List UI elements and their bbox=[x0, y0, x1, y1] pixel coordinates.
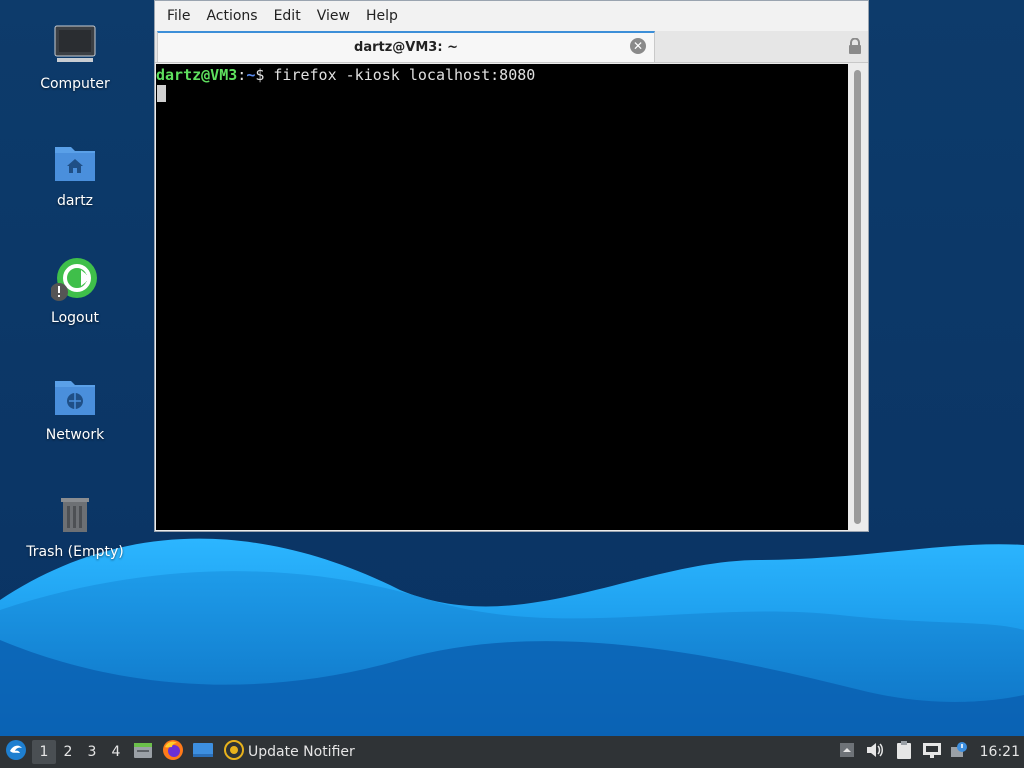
network-wired-icon bbox=[922, 741, 942, 763]
close-icon[interactable]: ✕ bbox=[630, 38, 646, 54]
terminal-window: File Actions Edit View Help dartz@VM3: ~… bbox=[154, 0, 869, 532]
desktop-icon-computer[interactable]: Computer bbox=[5, 22, 145, 92]
menu-view[interactable]: View bbox=[309, 1, 358, 31]
desktop-icon-trash[interactable]: Trash (Empty) bbox=[5, 490, 145, 560]
desktop-icon-home[interactable]: dartz bbox=[5, 139, 145, 209]
tab-title: dartz@VM3: ~ bbox=[354, 40, 458, 55]
file-manager-icon bbox=[133, 741, 153, 763]
workspace-1[interactable]: 1 bbox=[32, 740, 56, 764]
tab-terminal[interactable]: dartz@VM3: ~ ✕ bbox=[157, 31, 655, 62]
clipboard-icon bbox=[896, 740, 912, 764]
tab-bar: dartz@VM3: ~ ✕ bbox=[155, 31, 868, 63]
notification-button[interactable] bbox=[946, 736, 972, 768]
workspace-4[interactable]: 4 bbox=[104, 736, 128, 768]
menu-bar: File Actions Edit View Help bbox=[155, 1, 868, 31]
prompt-symbol: $ bbox=[255, 66, 274, 84]
prompt-colon: : bbox=[237, 66, 247, 84]
computer-icon bbox=[51, 22, 99, 70]
prompt-user: dartz@VM3 bbox=[156, 66, 238, 84]
logout-icon bbox=[50, 256, 99, 304]
chevron-up-icon bbox=[839, 742, 855, 762]
firefox-launcher[interactable] bbox=[158, 736, 188, 768]
scrollbar[interactable] bbox=[849, 64, 867, 530]
menu-file[interactable]: File bbox=[159, 1, 198, 31]
volume-button[interactable] bbox=[860, 736, 890, 768]
desktop-icon-label: Network bbox=[45, 427, 105, 443]
menu-edit[interactable]: Edit bbox=[266, 1, 309, 31]
update-notifier-label: Update Notifier bbox=[248, 744, 355, 760]
desktop-icon-label: dartz bbox=[56, 193, 94, 209]
desktop-icon-label: Computer bbox=[40, 76, 110, 92]
desktop-icon-logout[interactable]: Logout bbox=[5, 256, 145, 326]
menu-help[interactable]: Help bbox=[358, 1, 406, 31]
command-text: firefox -kiosk localhost:8080 bbox=[273, 66, 536, 84]
notification-icon bbox=[950, 741, 968, 763]
desktop-icon-network[interactable]: Network bbox=[5, 373, 145, 443]
file-manager-launcher[interactable] bbox=[128, 736, 158, 768]
trash-icon bbox=[51, 490, 99, 538]
network-status-button[interactable] bbox=[918, 736, 946, 768]
show-desktop-launcher[interactable] bbox=[188, 736, 218, 768]
workspace-3[interactable]: 3 bbox=[80, 736, 104, 768]
start-menu-button[interactable] bbox=[0, 736, 32, 768]
update-notifier-icon bbox=[224, 740, 244, 764]
home-folder-icon bbox=[51, 139, 99, 187]
firefox-icon bbox=[162, 739, 184, 765]
start-menu-icon bbox=[5, 739, 27, 765]
desktop-icon-label: Logout bbox=[51, 310, 99, 326]
command-line: dartz@VM3:~$ firefox -kiosk localhost:80… bbox=[156, 66, 535, 84]
system-tray: 16:21 bbox=[834, 736, 1024, 768]
clipboard-button[interactable] bbox=[890, 736, 918, 768]
network-folder-icon bbox=[51, 373, 99, 421]
clock[interactable]: 16:21 bbox=[972, 744, 1024, 760]
volume-icon bbox=[865, 741, 885, 763]
menu-actions[interactable]: Actions bbox=[198, 1, 265, 31]
lock-icon[interactable] bbox=[848, 37, 862, 54]
prompt-path: ~ bbox=[246, 66, 256, 84]
desktop-icon-label: Trash (Empty) bbox=[26, 544, 124, 560]
text-cursor bbox=[157, 85, 166, 102]
scrollbar-thumb[interactable] bbox=[854, 70, 861, 524]
tray-expand-button[interactable] bbox=[834, 736, 860, 768]
taskbar: 1 2 3 4 Update Notifier 16:21 bbox=[0, 736, 1024, 768]
workspace-2[interactable]: 2 bbox=[56, 736, 80, 768]
terminal-output[interactable]: dartz@VM3:~$ firefox -kiosk localhost:80… bbox=[156, 64, 848, 530]
update-notifier-button[interactable]: Update Notifier bbox=[218, 736, 361, 768]
show-desktop-icon bbox=[192, 741, 214, 763]
